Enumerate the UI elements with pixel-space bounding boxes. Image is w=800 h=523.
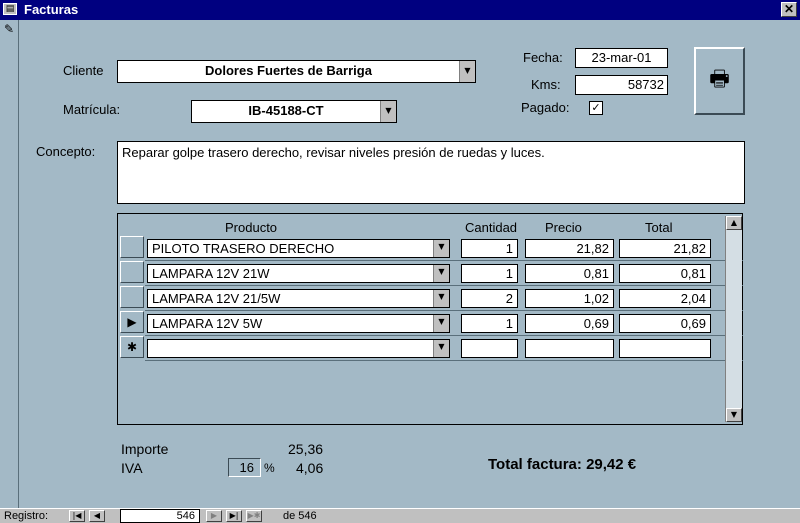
record-count: de 546: [283, 510, 317, 522]
fecha-label: Fecha:: [523, 50, 563, 65]
close-button[interactable]: ✕: [781, 2, 797, 17]
cantidad-cell[interactable]: 1: [461, 264, 518, 283]
kms-field[interactable]: 58732: [575, 75, 668, 95]
current-record-icon: ▶: [127, 315, 137, 329]
kms-label: Kms:: [531, 77, 561, 92]
window-titlebar: ▤ Facturas ✕: [0, 0, 800, 20]
iva-percent-field[interactable]: 16: [228, 458, 261, 477]
row-divider: [145, 285, 743, 286]
header-producto: Producto: [225, 220, 278, 235]
registro-label: Registro:: [4, 510, 49, 522]
iva-label: IVA: [121, 460, 143, 476]
matricula-label: Matrícula:: [63, 102, 121, 117]
pagado-label: Pagado:: [521, 100, 570, 115]
total-cell[interactable]: 0,81: [619, 264, 711, 283]
new-record-icon: ✱: [126, 340, 138, 354]
new-record-button[interactable]: ▶✱: [246, 510, 262, 522]
total-cell[interactable]: 0,69: [619, 314, 711, 333]
precio-cell[interactable]: 1,02: [525, 289, 614, 308]
producto-value: PILOTO TRASERO DERECHO: [152, 241, 335, 256]
invoice-lines-subform: Producto Cantidad Precio Total PILOTO TR…: [117, 213, 743, 425]
cliente-combo[interactable]: Dolores Fuertes de Barriga ▼: [117, 60, 476, 83]
row-divider: [145, 335, 743, 336]
cantidad-cell[interactable]: 1: [461, 239, 518, 258]
precio-cell[interactable]: 21,82: [525, 239, 614, 258]
cliente-label: Cliente: [63, 63, 104, 78]
pagado-checkbox[interactable]: ✓: [589, 101, 603, 115]
cantidad-cell[interactable]: 1: [461, 314, 518, 333]
total-cell[interactable]: 2,04: [619, 289, 711, 308]
row-selector[interactable]: [120, 286, 144, 308]
concepto-label: Concepto:: [36, 144, 96, 159]
scroll-down-icon[interactable]: ▼: [726, 408, 742, 422]
vertical-scrollbar[interactable]: ▲ ▼: [725, 216, 742, 422]
percent-sign: %: [264, 461, 275, 475]
producto-combo[interactable]: PILOTO TRASERO DERECHO ▼: [147, 239, 450, 258]
precio-cell[interactable]: 0,69: [525, 314, 614, 333]
print-button[interactable]: 🖶: [694, 47, 745, 115]
producto-value: LAMPARA 12V 21W: [152, 266, 270, 281]
producto-combo[interactable]: LAMPARA 12V 21W ▼: [147, 264, 450, 283]
scroll-up-icon[interactable]: ▲: [726, 216, 742, 230]
header-total: Total: [645, 220, 673, 235]
matricula-combo[interactable]: IB-45188-CT ▼: [191, 100, 397, 123]
producto-combo[interactable]: LAMPARA 12V 21/5W ▼: [147, 289, 450, 308]
header-precio: Precio: [545, 220, 582, 235]
printer-icon: 🖶: [709, 67, 730, 92]
producto-value: LAMPARA 12V 21/5W: [152, 291, 281, 306]
total-cell-new[interactable]: [619, 339, 711, 358]
row-selector[interactable]: [120, 261, 144, 283]
chevron-down-icon[interactable]: ▼: [433, 315, 449, 332]
chevron-down-icon[interactable]: ▼: [433, 290, 449, 307]
record-selector[interactable]: ✎: [0, 20, 19, 508]
first-record-button[interactable]: |◀: [69, 510, 85, 522]
chevron-down-icon[interactable]: ▼: [459, 61, 475, 82]
cantidad-cell-new[interactable]: [461, 339, 518, 358]
total-cell[interactable]: 21,82: [619, 239, 711, 258]
importe-label: Importe: [121, 441, 169, 457]
last-record-button[interactable]: ▶|: [226, 510, 242, 522]
row-divider: [145, 260, 743, 261]
form-icon: ▤: [3, 3, 17, 15]
chevron-down-icon[interactable]: ▼: [433, 240, 449, 257]
cliente-value: Dolores Fuertes de Barriga: [205, 63, 372, 78]
pencil-icon: ✎: [4, 22, 15, 36]
current-record-field[interactable]: 546: [120, 509, 200, 523]
row-divider: [145, 310, 743, 311]
next-record-button[interactable]: ▶: [206, 510, 222, 522]
producto-combo-new[interactable]: ▼: [147, 339, 450, 358]
record-navigation-bar: Registro: |◀ ◀ 546 ▶ ▶| ▶✱ de 546: [0, 508, 800, 523]
precio-cell[interactable]: 0,81: [525, 264, 614, 283]
header-cantidad: Cantidad: [465, 220, 518, 235]
chevron-down-icon[interactable]: ▼: [380, 101, 396, 122]
matricula-value: IB-45188-CT: [248, 103, 324, 118]
cantidad-cell[interactable]: 2: [461, 289, 518, 308]
producto-combo[interactable]: LAMPARA 12V 5W ▼: [147, 314, 450, 333]
producto-value: LAMPARA 12V 5W: [152, 316, 263, 331]
importe-value: 25,36: [288, 441, 324, 457]
row-selector-current[interactable]: ▶: [120, 311, 144, 333]
total-factura: Total factura: 29,42 €: [488, 456, 637, 473]
fecha-field[interactable]: 23-mar-01: [575, 48, 668, 68]
chevron-down-icon[interactable]: ▼: [433, 265, 449, 282]
chevron-down-icon[interactable]: ▼: [433, 340, 449, 357]
iva-value: 4,06: [296, 460, 324, 476]
row-selector-new[interactable]: ✱: [120, 336, 144, 358]
row-selector[interactable]: [120, 236, 144, 258]
window-title: Facturas: [24, 2, 79, 17]
concepto-field[interactable]: Reparar golpe trasero derecho, revisar n…: [117, 141, 745, 204]
row-divider: [145, 360, 743, 361]
precio-cell-new[interactable]: [525, 339, 614, 358]
previous-record-button[interactable]: ◀: [89, 510, 105, 522]
